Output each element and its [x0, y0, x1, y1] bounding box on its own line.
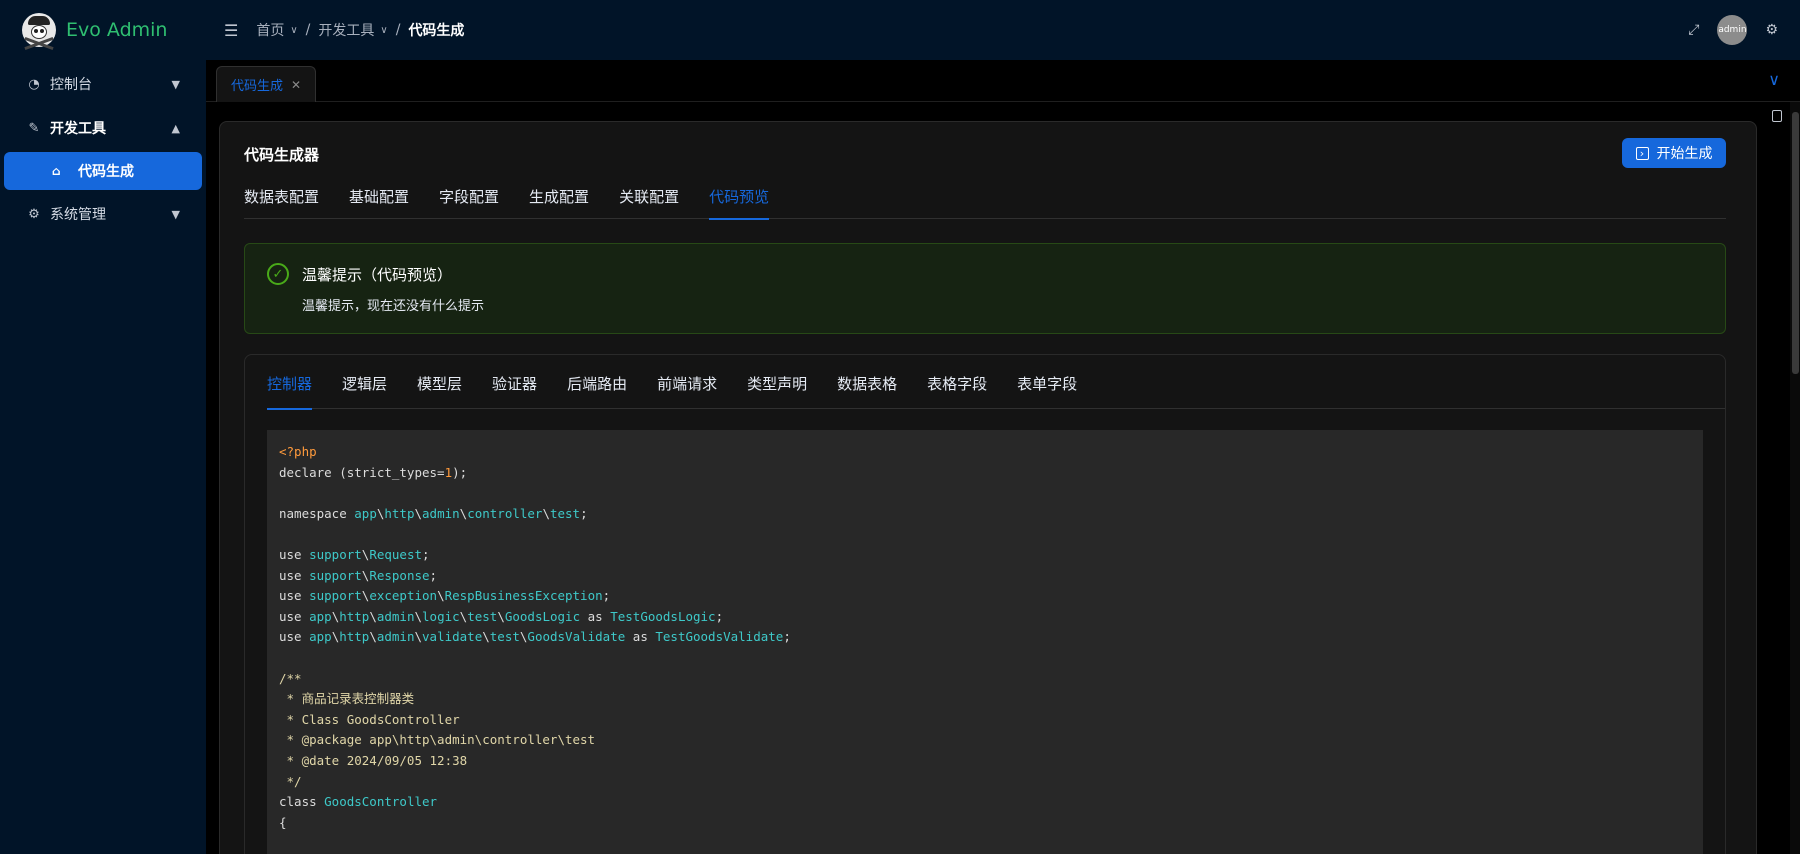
- tab-relation-config[interactable]: 关联配置: [619, 174, 679, 219]
- terminal-icon: ›: [1635, 146, 1649, 160]
- start-generate-button[interactable]: › 开始生成: [1622, 138, 1726, 168]
- code-line: /**: [279, 670, 302, 686]
- tab-basic-config[interactable]: 基础配置: [349, 174, 409, 219]
- code-line: namespace app\http\admin\controller\test…: [279, 505, 588, 521]
- config-tabs: 数据表配置 基础配置 字段配置 生成配置 关联配置 代码预览: [244, 174, 1726, 220]
- info-alert: ✓ 温馨提示（代码预览） 温馨提示，现在还没有什么提示: [244, 243, 1726, 334]
- chevron-down-icon: ▼: [171, 207, 180, 221]
- code-block[interactable]: <?php declare (strict_types=1); namespace …: [267, 430, 1703, 854]
- page-tab-codegen[interactable]: 代码生成 ✕: [216, 66, 316, 102]
- sidebar-item-dashboard[interactable]: ◔ 控制台 ▼: [0, 62, 206, 106]
- skull-logo-icon: [22, 13, 56, 51]
- chevron-up-icon: ▲: [171, 121, 180, 135]
- code-tab-form-fields[interactable]: 表单字段: [1017, 355, 1077, 409]
- close-icon[interactable]: ✕: [291, 78, 301, 92]
- tab-code-preview[interactable]: 代码预览: [709, 174, 770, 220]
- code-tab-type-declaration[interactable]: 类型声明: [747, 355, 807, 409]
- code-line: class GoodsController: [279, 794, 438, 810]
- code-line: */: [279, 773, 302, 789]
- start-generate-label: 开始生成: [1656, 146, 1713, 162]
- chevron-down-icon[interactable]: ∨: [290, 25, 297, 36]
- code-tabs: 控制器 逻辑层 模型层 验证器 后端路由 前端请求 类型声明 数据表格 表格字段…: [267, 355, 1725, 410]
- code-tab-logic[interactable]: 逻辑层: [342, 355, 387, 409]
- code-line: use support\exception\RespBusinessExcept…: [279, 588, 611, 604]
- chevron-down-icon[interactable]: ∨: [380, 25, 387, 36]
- code-line: <?php: [279, 444, 317, 459]
- gear-icon: ⚙: [28, 206, 40, 222]
- tool-icon: ✎: [28, 120, 40, 136]
- code-preview-panel: 控制器 逻辑层 模型层 验证器 后端路由 前端请求 类型声明 数据表格 表格字段…: [244, 354, 1726, 854]
- breadcrumb-separator: /: [305, 22, 311, 38]
- top-header: ☰ 首页 ∨ / 开发工具 ∨ / 代码生成 ⤢ admin ⚙: [206, 0, 1800, 60]
- sidebar-item-label: 开发工具: [50, 121, 106, 137]
- page-title: 代码生成器: [244, 146, 320, 164]
- code-line: * Class GoodsController: [279, 711, 460, 727]
- breadcrumb-separator: /: [395, 22, 401, 38]
- copy-icon[interactable]: [1772, 110, 1782, 122]
- sidebar-item-codegen[interactable]: ⌂ 代码生成: [4, 152, 202, 190]
- code-tab-table-fields[interactable]: 表格字段: [927, 355, 987, 409]
- code-tab-validator[interactable]: 验证器: [492, 355, 537, 409]
- tab-generate-config[interactable]: 生成配置: [529, 174, 589, 219]
- dashboard-icon: ◔: [28, 76, 40, 92]
- fullscreen-icon[interactable]: ⤢: [1688, 22, 1699, 38]
- code-line: declare (strict_types=1);: [279, 464, 468, 480]
- sidebar-item-system[interactable]: ⚙ 系统管理 ▼: [0, 192, 206, 236]
- sidebar-item-label: 代码生成: [78, 164, 134, 180]
- logo[interactable]: Evo Admin: [0, 0, 206, 60]
- app-title: Evo Admin: [66, 19, 168, 41]
- settings-gear-icon[interactable]: ⚙: [1765, 22, 1778, 38]
- chevron-down-icon[interactable]: ∨: [1768, 70, 1780, 89]
- code-line: * 商品记录表控制器类: [279, 691, 415, 707]
- robot-icon: ⌂: [52, 164, 61, 178]
- sidebar-item-label: 系统管理: [50, 207, 106, 223]
- avatar[interactable]: admin: [1717, 15, 1748, 45]
- header-actions: ⤢ admin ⚙: [1670, 0, 1778, 60]
- sidebar-item-label: 控制台: [50, 77, 92, 93]
- code-line: * @date 2024/09/05 12:38: [279, 752, 468, 768]
- check-circle-icon: ✓: [267, 263, 289, 285]
- menu-fold-icon[interactable]: ☰: [224, 21, 238, 40]
- alert-description: 温馨提示，现在还没有什么提示: [302, 299, 485, 314]
- code-line: use app\http\admin\validate\test\GoodsVa…: [279, 629, 791, 645]
- code-line: * @package app\http\admin\controller\tes…: [279, 732, 596, 748]
- code-line: use support\Request;: [279, 546, 430, 562]
- breadcrumb: 首页 ∨ / 开发工具 ∨ / 代码生成: [256, 20, 464, 40]
- code-line: {: [279, 814, 287, 830]
- sidebar-item-devtools[interactable]: ✎ 开发工具 ▲: [0, 106, 206, 150]
- alert-title: 温馨提示（代码预览）: [302, 266, 453, 284]
- breadcrumb-item-home[interactable]: 首页: [256, 20, 284, 40]
- scrollbar-thumb[interactable]: [1792, 112, 1799, 374]
- tab-field-config[interactable]: 字段配置: [439, 174, 499, 219]
- code-tab-model[interactable]: 模型层: [417, 355, 462, 409]
- code-line: use app\http\admin\logic\test\GoodsLogic…: [279, 608, 724, 624]
- page-tab-label: 代码生成: [231, 79, 284, 94]
- chevron-down-icon: ▼: [171, 77, 180, 91]
- tab-table-config[interactable]: 数据表配置: [244, 174, 319, 219]
- code-line: use support\Response;: [279, 567, 438, 583]
- sidebar: Evo Admin ◔ 控制台 ▼ ✎ 开发工具 ▲ ⌂ 代码生成 ⚙ 系统管理…: [0, 0, 206, 854]
- codegen-card: 代码生成器 › 开始生成 数据表配置 基础配置 字段配置 生成配置 关联配置 代…: [219, 121, 1757, 854]
- app-root: Evo Admin ◔ 控制台 ▼ ✎ 开发工具 ▲ ⌂ 代码生成 ⚙ 系统管理…: [0, 0, 1800, 854]
- page-tabs-bar: 代码生成 ✕ ∨: [206, 60, 1800, 102]
- breadcrumb-item-devtools[interactable]: 开发工具: [318, 20, 374, 40]
- code-tab-backend-route[interactable]: 后端路由: [567, 355, 627, 409]
- code-tab-frontend-request[interactable]: 前端请求: [657, 355, 717, 409]
- code-tab-data-table[interactable]: 数据表格: [837, 355, 897, 409]
- breadcrumb-item-current: 代码生成: [408, 23, 465, 39]
- code-tab-controller[interactable]: 控制器: [267, 355, 313, 410]
